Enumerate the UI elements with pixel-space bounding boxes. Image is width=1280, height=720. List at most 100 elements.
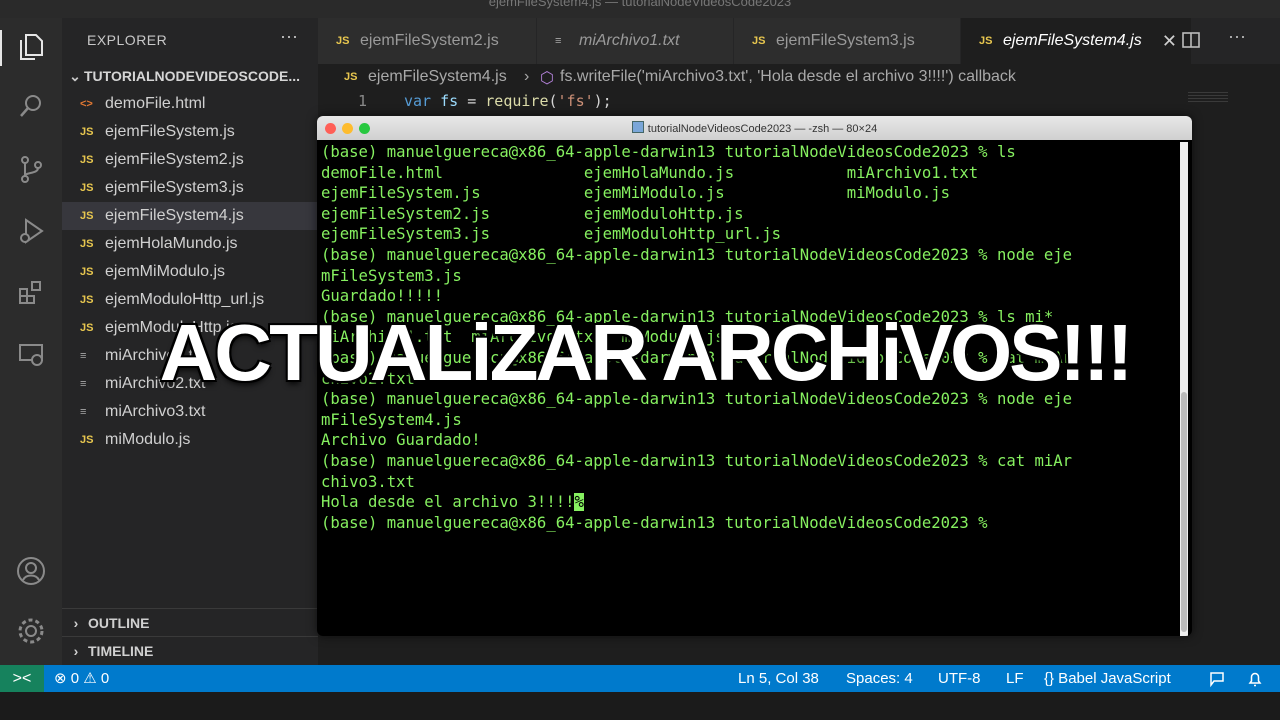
terminal-line: (base) manuelguereca@x86_64-apple-darwin… — [321, 451, 1073, 470]
terminal-cursor: % — [574, 493, 584, 512]
terminal-line: mFileSystem4.js — [321, 410, 462, 429]
timeline-label: TIMELINE — [88, 643, 154, 659]
terminal-title: tutorialNodeVideosCode2023 — -zsh — 80×2… — [317, 121, 1192, 135]
file-item[interactable]: JS ejemFileSystem3.js — [62, 174, 318, 202]
text-file-icon: ≡ — [80, 378, 87, 390]
terminal-line: ejemFileSystem3.js ejemModuloHttp_url.js — [321, 225, 782, 244]
terminal-line: (base) manuelguereca@x86_64-apple-darwin… — [321, 245, 1073, 264]
file-item[interactable]: JS ejemHolaMundo.js — [62, 230, 318, 258]
text-file-icon: ≡ — [555, 35, 562, 47]
terminal-line: demoFile.html ejemHolaMundo.js miArchivo… — [321, 163, 979, 182]
file-name: ejemHolaMundo.js — [105, 235, 238, 252]
language-mode[interactable]: {} Babel JavaScript — [1044, 665, 1171, 692]
folder-root[interactable]: ⌄ TUTORIALNODEVIDEOSCODE... — [66, 68, 318, 90]
js-file-icon: JS — [80, 154, 94, 166]
breadcrumb: JS ejemFileSystem4.js › ⬡ fs.writeFile('… — [318, 64, 1280, 90]
outline-section[interactable]: › OUTLINE — [62, 608, 318, 637]
minimap[interactable] — [1188, 92, 1228, 104]
chevron-down-icon: ⌄ — [69, 68, 81, 84]
tab-label: ejemFileSystem3.js — [776, 32, 915, 49]
chevron-right-icon: › — [73, 643, 79, 659]
active-indicator — [0, 30, 2, 66]
breadcrumb-symbol[interactable]: fs.writeFile('miArchivo3.txt', 'Hola des… — [560, 68, 1016, 86]
breadcrumb-file[interactable]: ejemFileSystem4.js — [368, 68, 507, 86]
terminal-line: ejemFileSystem2.js ejemModuloHttp.js — [321, 204, 744, 223]
js-file-icon: JS — [80, 126, 94, 138]
dock-strip — [0, 692, 1280, 720]
settings-gear-icon[interactable] — [15, 616, 47, 648]
more-actions-icon[interactable]: ··· — [280, 26, 298, 47]
file-item[interactable]: JS ejemMiModulo.js — [62, 258, 318, 286]
explorer-icon[interactable] — [15, 32, 47, 64]
remote-indicator[interactable]: >< — [0, 665, 44, 692]
symbol-method-icon: ⬡ — [540, 70, 554, 87]
status-bar: >< ⊗ 0 ⚠ 0 Ln 5, Col 38 Spaces: 4 UTF-8 … — [0, 665, 1280, 692]
tab-label: ejemFileSystem2.js — [360, 32, 499, 49]
file-item[interactable]: <> demoFile.html — [62, 90, 318, 118]
notifications-bell-icon[interactable] — [1246, 670, 1264, 688]
outline-label: OUTLINE — [88, 615, 150, 631]
problems-indicator[interactable]: ⊗ 0 ⚠ 0 — [54, 665, 109, 692]
cursor-position[interactable]: Ln 5, Col 38 — [738, 665, 819, 692]
js-file-icon: JS — [80, 294, 94, 306]
tab-ejemfilesystem2[interactable]: JS ejemFileSystem2.js — [318, 18, 537, 64]
source-control-icon[interactable] — [15, 154, 47, 186]
terminal-line: mFileSystem3.js — [321, 266, 462, 285]
terminal-scrollbar[interactable] — [1180, 142, 1188, 636]
search-icon[interactable] — [15, 92, 47, 124]
tab-miarchivo1[interactable]: ≡ miArchivo1.txt — [537, 18, 734, 64]
scrollbar-thumb[interactable] — [1181, 392, 1187, 632]
text-file-icon: ≡ — [80, 406, 87, 418]
code-paren: ); — [593, 92, 612, 110]
file-item[interactable]: JS ejemFileSystem.js — [62, 118, 318, 146]
end-of-line[interactable]: LF — [1006, 665, 1024, 692]
line-number: 1 — [358, 92, 368, 110]
timeline-section[interactable]: › TIMELINE — [62, 636, 318, 665]
breadcrumb-separator: › — [524, 68, 530, 85]
js-file-icon: JS — [80, 434, 94, 446]
file-item[interactable]: JS ejemFileSystem2.js — [62, 146, 318, 174]
run-debug-icon[interactable] — [15, 216, 47, 248]
terminal-line: chivo3.txt — [321, 472, 415, 491]
indentation[interactable]: Spaces: 4 — [846, 665, 913, 692]
code-line: var fs = require('fs'); — [404, 92, 612, 110]
file-name: miModulo.js — [105, 431, 191, 448]
js-file-icon: JS — [80, 182, 94, 194]
code-variable: fs — [440, 92, 459, 110]
remote-explorer-icon[interactable] — [15, 340, 47, 372]
feedback-icon[interactable] — [1208, 670, 1226, 688]
terminal-line: Archivo Guardado! — [321, 431, 481, 450]
tab-actions: ··· — [1170, 18, 1280, 64]
js-file-icon: JS — [752, 35, 766, 47]
js-file-icon: JS — [80, 266, 94, 278]
tab-ejemfilesystem3[interactable]: JS ejemFileSystem3.js — [734, 18, 961, 64]
terminal-line: (base) manuelguereca@x86_64-apple-darwin… — [321, 143, 1016, 161]
terminal-line: Hola desde el archivo 3!!!!% — [321, 492, 1177, 513]
file-name: ejemFileSystem2.js — [105, 151, 244, 168]
tab-label: miArchivo1.txt — [579, 32, 680, 49]
encoding[interactable]: UTF-8 — [938, 665, 981, 692]
file-item-selected[interactable]: JS ejemFileSystem4.js — [62, 202, 318, 230]
js-file-icon: JS — [344, 71, 358, 83]
window-titlebar: ejemFileSystem4.js — tutorialNodeVideosC… — [0, 0, 1280, 18]
html-file-icon: <> — [80, 98, 93, 110]
tab-ejemfilesystem4-active[interactable]: JS ejemFileSystem4.js ✕ — [961, 18, 1192, 64]
code-paren: ( — [548, 92, 558, 110]
terminal-line: ejemFileSystem.js ejemMiModulo.js miModu… — [321, 184, 951, 203]
terminal-prompt: (base) manuelguereca@x86_64-apple-darwin… — [321, 513, 988, 532]
terminal-title-text: tutorialNodeVideosCode2023 — -zsh — 80×2… — [647, 123, 878, 135]
extensions-icon[interactable] — [15, 278, 47, 310]
code-operator: = — [458, 92, 486, 110]
folder-name: TUTORIALNODEVIDEOSCODE... — [84, 68, 300, 84]
text-file-icon: ≡ — [80, 350, 87, 362]
file-name: ejemFileSystem3.js — [105, 179, 244, 196]
more-actions-icon[interactable]: ··· — [1228, 26, 1246, 47]
split-editor-icon[interactable] — [1182, 32, 1200, 48]
code-function: require — [485, 92, 549, 110]
account-icon[interactable] — [15, 556, 47, 588]
chevron-right-icon: › — [73, 615, 79, 631]
file-item[interactable]: JS miModulo.js — [62, 426, 318, 454]
folder-icon — [631, 121, 644, 133]
video-overlay-title: ACTUALiZAR ARCHiVOS!!! — [159, 308, 1134, 397]
explorer-header: EXPLORER — [87, 32, 168, 48]
